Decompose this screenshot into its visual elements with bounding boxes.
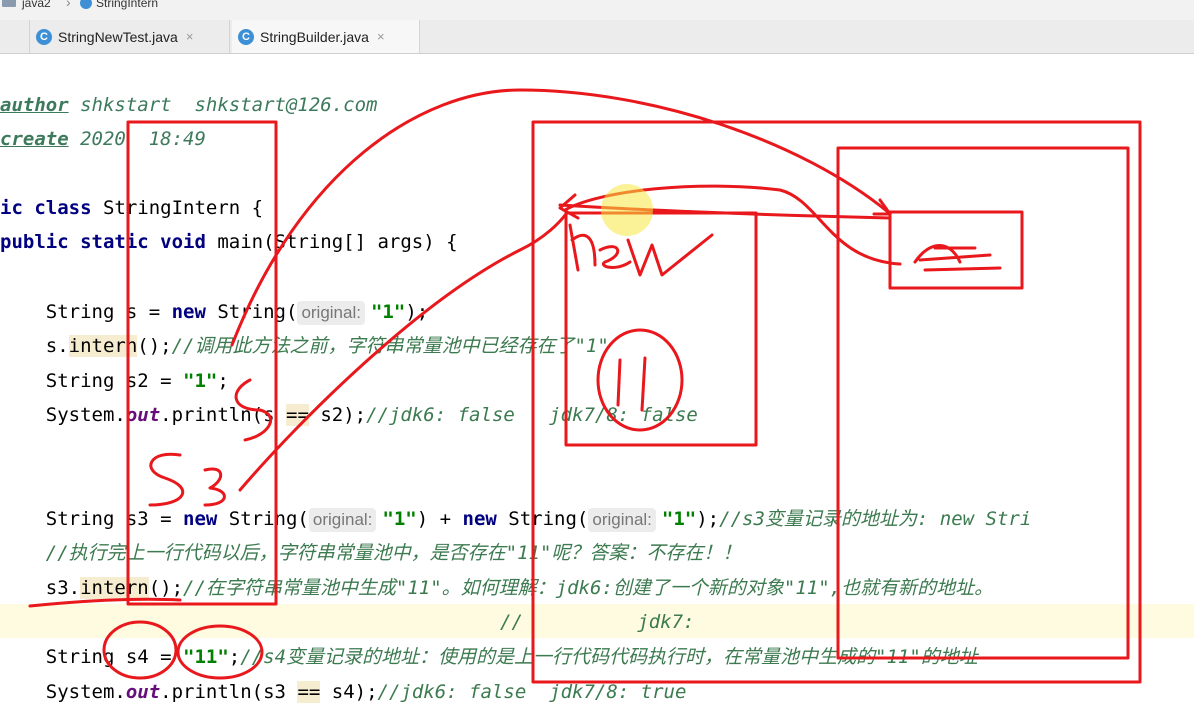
code-text: String s2 = [0, 370, 184, 392]
arrow-head [872, 198, 892, 216]
keyword: new [183, 508, 218, 530]
code-text: String s = [0, 301, 172, 323]
tab-stringbuilder[interactable]: C StringBuilder.java × [232, 20, 420, 53]
parameter-hint: original: [308, 508, 377, 532]
javadoc-tag: author [0, 94, 69, 116]
code-text: String( [205, 301, 298, 323]
code-line: System.out.println(s3 == s4);//jdk6: fal… [0, 675, 686, 709]
code-text: ; [217, 370, 229, 392]
method-name: intern [68, 335, 138, 357]
tab-previous[interactable] [0, 20, 30, 53]
code-text: s3. [0, 577, 81, 599]
breadcrumb-file-label: StringIntern [96, 0, 159, 10]
handwritten-new [568, 223, 714, 277]
java-class-icon: C [36, 28, 52, 45]
code-comment: //执行完上一行代码以后，字符串常量池中，是否存在"11"呢？答案：不存在！！ [0, 542, 742, 564]
string-literal: "1" [370, 301, 406, 323]
code-text: ; [228, 646, 241, 668]
code-text: (); [137, 335, 172, 357]
code-text: System. [0, 404, 126, 426]
class-icon [80, 0, 92, 9]
close-icon[interactable]: × [377, 29, 385, 44]
code-text: String( [217, 508, 309, 530]
close-icon[interactable]: × [186, 29, 194, 44]
breadcrumb-file[interactable]: StringIntern [80, 0, 158, 10]
scribble-pool [913, 244, 1002, 272]
code-text: .println(s3 [160, 681, 298, 703]
code-line: String s3 = new String(original: "1") + n… [0, 502, 1031, 536]
code-line: System.out.println(s == s2);//jdk6: fals… [0, 398, 698, 432]
code-text: ); [696, 508, 720, 530]
code-line: s3.intern();//在字符串常量池中生成"11"。如何理解：jdk6:创… [0, 571, 993, 605]
static-field: out [125, 404, 161, 426]
code-text: System. [0, 681, 126, 703]
code-text: main(String[] args) { [205, 231, 458, 253]
code-line: //执行完上一行代码以后，字符串常量池中，是否存在"11"呢？答案：不存在！！ [0, 536, 742, 570]
tab-label: StringNewTest.java [58, 28, 178, 45]
code-comment: //jdk6: false jdk7/8: true [377, 681, 687, 703]
code-text: String s4 = [0, 646, 184, 668]
code-line: String s4 = "11";//s4变量记录的地址：使用的是上一行代码代码… [0, 640, 978, 674]
code-text: String s3 = [0, 508, 184, 530]
string-literal: "1" [661, 508, 697, 530]
chevron-right-icon: › [66, 0, 71, 10]
parameter-hint: original: [588, 508, 656, 532]
string-literal: "1" [183, 370, 218, 392]
code-line: ic class StringIntern { [0, 191, 263, 225]
keyword: public static void [0, 231, 206, 253]
code-comment: //调用此方法之前，字符串常量池中已经存在了"1" [171, 335, 609, 357]
folder-icon [2, 0, 16, 7]
cursor-highlight [601, 184, 653, 236]
static-field: out [125, 681, 161, 703]
arrow-head [558, 193, 580, 220]
string-literal: "1" [382, 508, 417, 530]
pool-entry-box [888, 210, 1024, 290]
javadoc-tag: create [0, 128, 69, 150]
keyword: new [462, 508, 497, 530]
code-text: ); [405, 301, 429, 323]
code-line: public static void main(String[] args) { [0, 225, 458, 259]
code-text: s4); [320, 681, 378, 703]
tab-label: StringBuilder.java [260, 28, 369, 45]
parameter-hint: original: [297, 301, 365, 325]
string-literal: "11" [183, 646, 229, 668]
code-comment: //s3变量记录的地址为: new Stri [719, 508, 1032, 530]
code-text: String( [496, 508, 589, 530]
code-comment: //jdk6: false jdk7/8: false [366, 404, 698, 426]
java-class-icon: C [238, 28, 254, 45]
code-comment: //在字符串常量池中生成"11"。如何理解：jdk6:创建了一个新的对象"11"… [183, 577, 994, 599]
tab-stringnewtest[interactable]: C StringNewTest.java × [30, 20, 230, 53]
handwritten-s3 [148, 452, 226, 507]
arrow-pool-to-new [563, 184, 902, 266]
code-comment: // jdk7: [500, 611, 695, 633]
code-line: s.intern();//调用此方法之前，字符串常量池中已经存在了"1" [0, 329, 609, 363]
code-text: (); [148, 577, 184, 599]
code-text: ) + [416, 508, 463, 530]
operator: == [297, 681, 321, 703]
code-line: String s2 = "1"; [0, 364, 229, 398]
keyword: ic class [0, 197, 92, 219]
arrow-new-to-pool [558, 203, 892, 220]
keyword: new [171, 301, 206, 323]
code-text: StringIntern { [91, 197, 264, 219]
operator: == [286, 404, 309, 426]
editor-tab-bar: C StringNewTest.java × C StringBuilder.j… [0, 20, 1194, 54]
code-text: s. [0, 335, 69, 357]
breadcrumb-project[interactable]: java2 [22, 0, 51, 10]
javadoc-text: 2020 18:49 [68, 128, 206, 150]
code-text: s2); [308, 404, 367, 426]
breadcrumb: java2 › StringIntern [0, 0, 1194, 21]
code-comment: //s4变量记录的地址：使用的是上一行代码代码执行时，在常量池中生成的"11"的… [240, 646, 978, 668]
method-name: intern [80, 577, 149, 599]
code-line: String s = new String(original: "1"); [0, 295, 428, 329]
code-text: .println(s [160, 404, 287, 426]
code-line: author shkstart shkstart@126.com [0, 88, 378, 122]
code-line: // jdk7: [500, 605, 694, 639]
code-line: create 2020 18:49 [0, 122, 206, 156]
javadoc-text: shkstart shkstart@126.com [68, 94, 378, 116]
